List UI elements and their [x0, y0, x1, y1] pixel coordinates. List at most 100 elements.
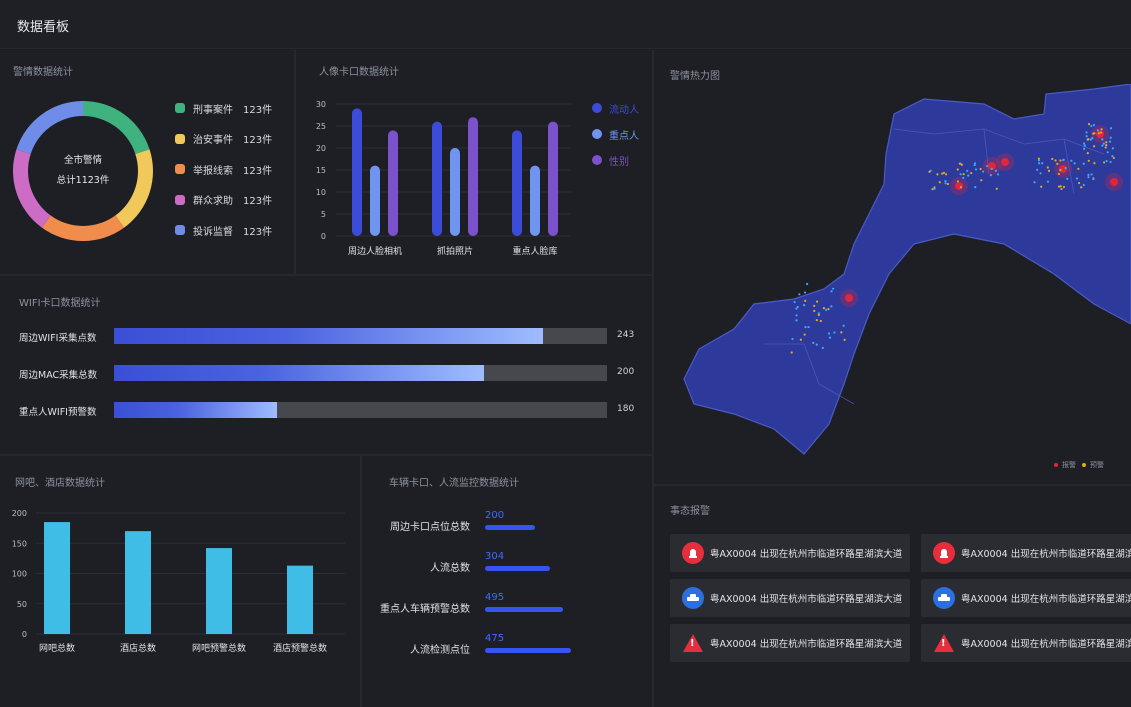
alert-text: 粤AX0004 出现在杭州市临道环路星湖滨大道 — [710, 639, 903, 650]
wifi-panel: WIFI卡口数据统计 周边WIFI采集点数 243 周边MAC采集总数 200 重点人W… — [0, 276, 652, 454]
heat-point — [979, 167, 982, 171]
legend-item[interactable]: 重点人 — [592, 127, 639, 142]
vehicle-progress-bar — [485, 607, 563, 612]
heat-point — [946, 182, 950, 186]
legend-item[interactable]: 群众求助 123件 — [175, 192, 272, 208]
alert-card[interactable]: 粤AX0004 出现在杭州市临道环路星湖滨大道 — [921, 579, 1131, 617]
legend-item[interactable]: 刑事案件 123件 — [175, 100, 272, 116]
heat-point — [833, 331, 836, 334]
wifi-row-value: 243 — [617, 330, 635, 340]
alert-text: 粤AX0004 出现在杭州市临道环路星湖滨大道 — [710, 549, 903, 560]
legend-item[interactable]: 性别 — [592, 153, 629, 168]
heat-point — [1037, 159, 1041, 162]
heat-point — [812, 341, 815, 344]
x-tick-label: 周边人脸相机 — [348, 245, 402, 257]
heat-point — [1046, 166, 1049, 169]
heat-point — [1109, 136, 1112, 139]
legend-swatch — [175, 194, 185, 205]
y-tick-label: 50 — [17, 600, 27, 609]
bar-0[interactable] — [352, 108, 362, 236]
heat-point — [1062, 185, 1066, 189]
heat-point — [804, 325, 807, 329]
legend-label: 投诉监督 — [193, 226, 233, 238]
legend-item[interactable]: 投诉监督 123件 — [175, 222, 272, 238]
heat-point — [974, 168, 978, 171]
heat-point — [1102, 142, 1105, 145]
legend-swatch — [175, 164, 185, 174]
alert-card[interactable]: 粤AX0004 出现在杭州市临道环路星湖滨大道 — [670, 624, 910, 662]
heat-point — [790, 351, 793, 354]
heat-point — [822, 307, 826, 310]
legend-item[interactable]: 治安事件 123件 — [175, 131, 272, 147]
heat-point — [931, 188, 934, 191]
alert-card[interactable]: 粤AX0004 出现在杭州市临道环路星湖滨大道 — [921, 534, 1131, 572]
hotel-bar[interactable] — [206, 548, 232, 634]
legend-item[interactable]: 流动人 — [592, 101, 639, 116]
bar-2[interactable] — [468, 117, 478, 236]
heat-point — [962, 176, 965, 179]
heat-point — [828, 336, 832, 339]
face-checkpoint-panel: 人像卡口数据统计 0 5 10 15 20 25 30 周边人脸相机 抓拍照片 重点人脸库 流动人… — [296, 50, 652, 274]
y-tick-label: 25 — [316, 122, 326, 131]
hotel-bar[interactable] — [44, 522, 70, 634]
y-tick-label: 20 — [316, 144, 326, 153]
hotel-bar[interactable] — [125, 531, 151, 634]
hotel-bar[interactable] — [287, 565, 313, 634]
heat-point — [804, 299, 807, 302]
heat-point — [832, 287, 835, 290]
legend-swatch — [592, 129, 602, 139]
vehicle-row-value: 475 — [485, 633, 505, 644]
alert-card[interactable]: 粤AX0004 出现在杭州市临道环路星湖滨大道 — [921, 624, 1131, 662]
heat-point — [1075, 177, 1079, 180]
heat-point — [974, 185, 977, 189]
vehicle-row: 人流检测点位 475 — [362, 633, 642, 663]
bar-0[interactable] — [512, 130, 522, 236]
legend-label: 举报线索 — [193, 165, 233, 177]
heat-point — [830, 305, 833, 308]
bar-1[interactable] — [530, 165, 540, 236]
heat-point — [1082, 142, 1086, 145]
heat-point — [1060, 187, 1063, 191]
bar-1[interactable] — [370, 165, 380, 236]
heat-point — [799, 338, 802, 341]
heat-point — [813, 304, 816, 307]
vehicle-progress-bar — [485, 525, 535, 530]
vehicle-row-label: 周边卡口点位总数 — [390, 522, 470, 533]
y-tick-label: 0 — [22, 630, 27, 639]
hot-spot — [845, 294, 853, 302]
vehicle-panel: 车辆卡口、人流监控数据统计 周边卡口点位总数 200 人流总数 304 重点人车辆预警总… — [362, 456, 652, 707]
heat-point — [1091, 137, 1094, 140]
heat-point — [815, 319, 818, 322]
heatmap-map[interactable] — [654, 84, 1131, 484]
donut-slice-0[interactable] — [83, 101, 150, 155]
legend-label: 群众求助 — [193, 196, 233, 207]
legend-count: 123件 — [243, 165, 273, 177]
vehicle-row-value: 495 — [485, 592, 505, 603]
heat-point — [938, 181, 941, 184]
heat-point — [1101, 138, 1104, 141]
heat-point — [1090, 124, 1093, 128]
heat-point — [806, 282, 809, 286]
wifi-progress-fill — [114, 402, 277, 418]
heat-point — [1105, 159, 1108, 163]
heat-point — [1066, 177, 1069, 180]
heat-point — [1082, 183, 1085, 187]
bar-1[interactable] — [450, 148, 460, 236]
bar-0[interactable] — [432, 121, 442, 236]
bar-2[interactable] — [548, 121, 558, 236]
donut-slice-4[interactable] — [16, 101, 84, 155]
y-tick-label: 10 — [316, 188, 326, 197]
alerts-title: 事态报警 — [670, 506, 710, 517]
alert-card[interactable]: 粤AX0004 出现在杭州市临道环路星湖滨大道 — [670, 579, 910, 617]
heat-point — [1096, 129, 1099, 132]
heat-point — [944, 182, 947, 185]
legend-label: 流动人 — [609, 104, 639, 116]
bar-2[interactable] — [388, 130, 398, 236]
heat-point — [986, 164, 989, 168]
alert-card[interactable]: 粤AX0004 出现在杭州市临道环路星湖滨大道 — [670, 534, 910, 572]
y-tick-label: 200 — [12, 509, 27, 518]
legend-item[interactable]: 举报线索 123件 — [175, 161, 272, 177]
heat-point — [994, 169, 997, 172]
donut-slice-2[interactable] — [41, 215, 125, 241]
legend-swatch — [175, 103, 185, 113]
